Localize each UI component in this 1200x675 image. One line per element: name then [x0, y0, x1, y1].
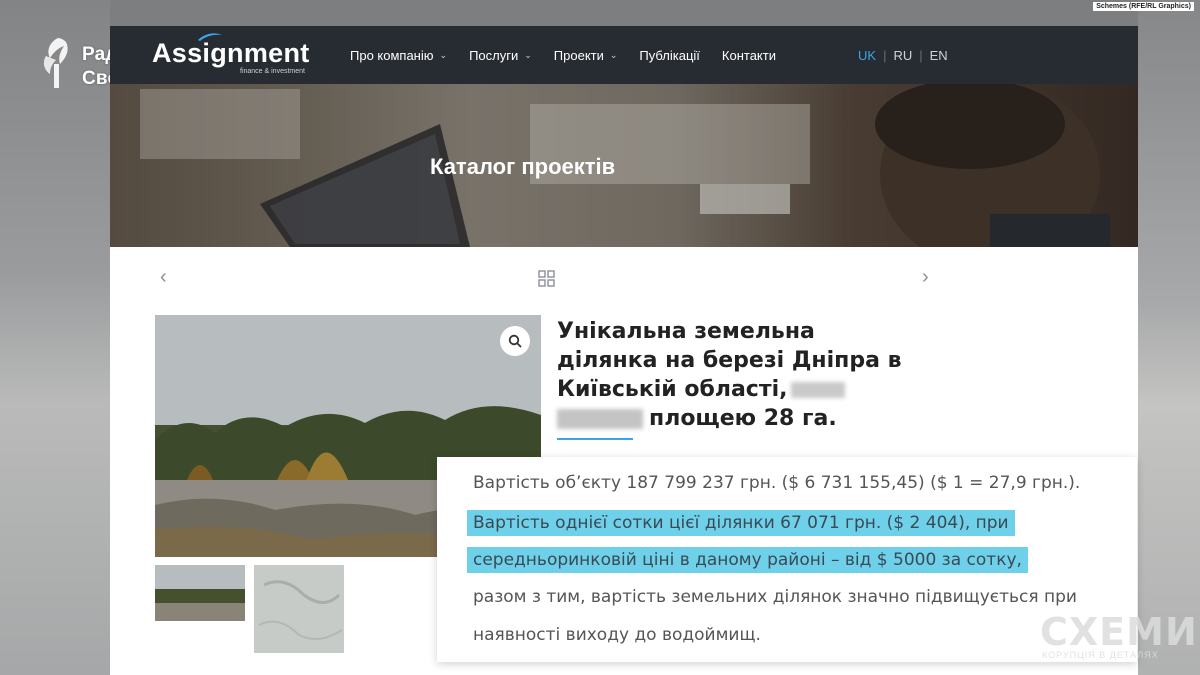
chevron-down-icon: ⌄: [524, 50, 532, 60]
price-line-4: разом з тим, вартість земельних ділянок …: [473, 587, 1077, 607]
menu-label: Контакти: [721, 48, 776, 63]
prev-arrow-icon[interactable]: ‹: [160, 266, 167, 289]
menu-item-company[interactable]: Про компанію ⌄: [350, 48, 447, 63]
background-right: [1138, 0, 1200, 675]
highlight-text: Вартість однієї сотки цієї ділянки 67 07…: [467, 510, 1015, 536]
menu-item-publications[interactable]: Публікації: [639, 48, 699, 63]
search-icon: [508, 334, 522, 348]
menu-label: Проекти: [553, 48, 604, 63]
language-switcher: UK | RU | EN: [858, 48, 948, 63]
grid-view-icon[interactable]: [538, 270, 555, 287]
brand-name: Assignment: [152, 38, 310, 68]
highlight-text: середньоринковій ціні в даному районі – …: [467, 547, 1028, 573]
project-title-line-4: площею 28 га.: [557, 404, 977, 433]
lang-ru[interactable]: RU: [893, 48, 912, 63]
lang-separator: |: [919, 48, 923, 63]
brand-swoosh-icon: [198, 33, 222, 41]
price-line-5: наявності виходу до водоймищ.: [473, 625, 761, 645]
thumbnail-map: [254, 565, 344, 653]
menu-item-contacts[interactable]: Контакти: [722, 48, 776, 63]
menu-item-services[interactable]: Послуги ⌄: [469, 48, 532, 63]
background-left: [0, 0, 110, 675]
background-top: [0, 0, 1200, 26]
lang-en[interactable]: EN: [930, 48, 948, 63]
title-text: площею 28 га.: [649, 406, 837, 431]
menu-label: Послуги: [469, 48, 519, 63]
title-text: Київській області,: [557, 377, 788, 402]
next-arrow-icon[interactable]: ›: [922, 266, 929, 289]
brand-tagline: finance & investment: [240, 68, 305, 75]
title-underline: [557, 438, 633, 440]
lang-separator: |: [883, 48, 887, 63]
project-title: Унікальна земельна ділянка на березі Дні…: [557, 317, 977, 433]
main-menu: Про компанію ⌄ Послуги ⌄ Проекти ⌄ Публі…: [350, 48, 776, 63]
hero-banner: Каталог проектів: [110, 84, 1138, 247]
price-line-3: середньоринковій ціні в даному районі – …: [467, 547, 1028, 573]
thumbnail-1[interactable]: [155, 565, 245, 621]
price-line-2: Вартість однієї сотки цієї ділянки 67 07…: [467, 510, 1015, 536]
menu-item-projects[interactable]: Проекти ⌄: [554, 48, 618, 63]
image-credit: Schemes (RFE/RL Graphics): [1093, 2, 1194, 11]
schemes-logo-title: СХЕМИ: [1040, 610, 1198, 654]
top-navigation: Assignment finance & investment Про комп…: [110, 26, 1138, 84]
brand-logo[interactable]: Assignment finance & investment: [152, 33, 310, 75]
thumbnail-2[interactable]: [254, 565, 344, 653]
chevron-down-icon: ⌄: [609, 50, 618, 60]
highlighted-text-panel: Вартість об’єкту 187 799 237 грн. ($ 6 7…: [437, 457, 1137, 662]
hero-office-photo: [140, 84, 1110, 247]
project-title-line-1: Унікальна земельна: [557, 319, 815, 344]
lang-uk[interactable]: UK: [858, 48, 876, 63]
blurred-text: [557, 409, 643, 429]
radio-svoboda-torch-icon: [43, 38, 68, 88]
menu-label: Публікації: [639, 48, 700, 63]
zoom-button[interactable]: [500, 326, 530, 356]
hero-title: Каталог проектів: [430, 154, 616, 179]
thumbnail-landscape: [155, 565, 245, 621]
schemes-logo: СХЕМИ КОРУПЦІЯ В ДЕТАЛЯХ: [1040, 610, 1198, 660]
project-title-line-2: ділянка на березі Дніпра в: [557, 348, 902, 373]
menu-label: Про компанію: [350, 48, 434, 63]
chevron-down-icon: ⌄: [439, 50, 448, 60]
blurred-text: [791, 382, 846, 398]
schemes-logo-subtitle: КОРУПЦІЯ В ДЕТАЛЯХ: [1042, 650, 1159, 660]
price-line-1: Вартість об’єкту 187 799 237 грн. ($ 6 7…: [473, 473, 1081, 493]
project-title-line-3: Київській області,: [557, 375, 977, 404]
